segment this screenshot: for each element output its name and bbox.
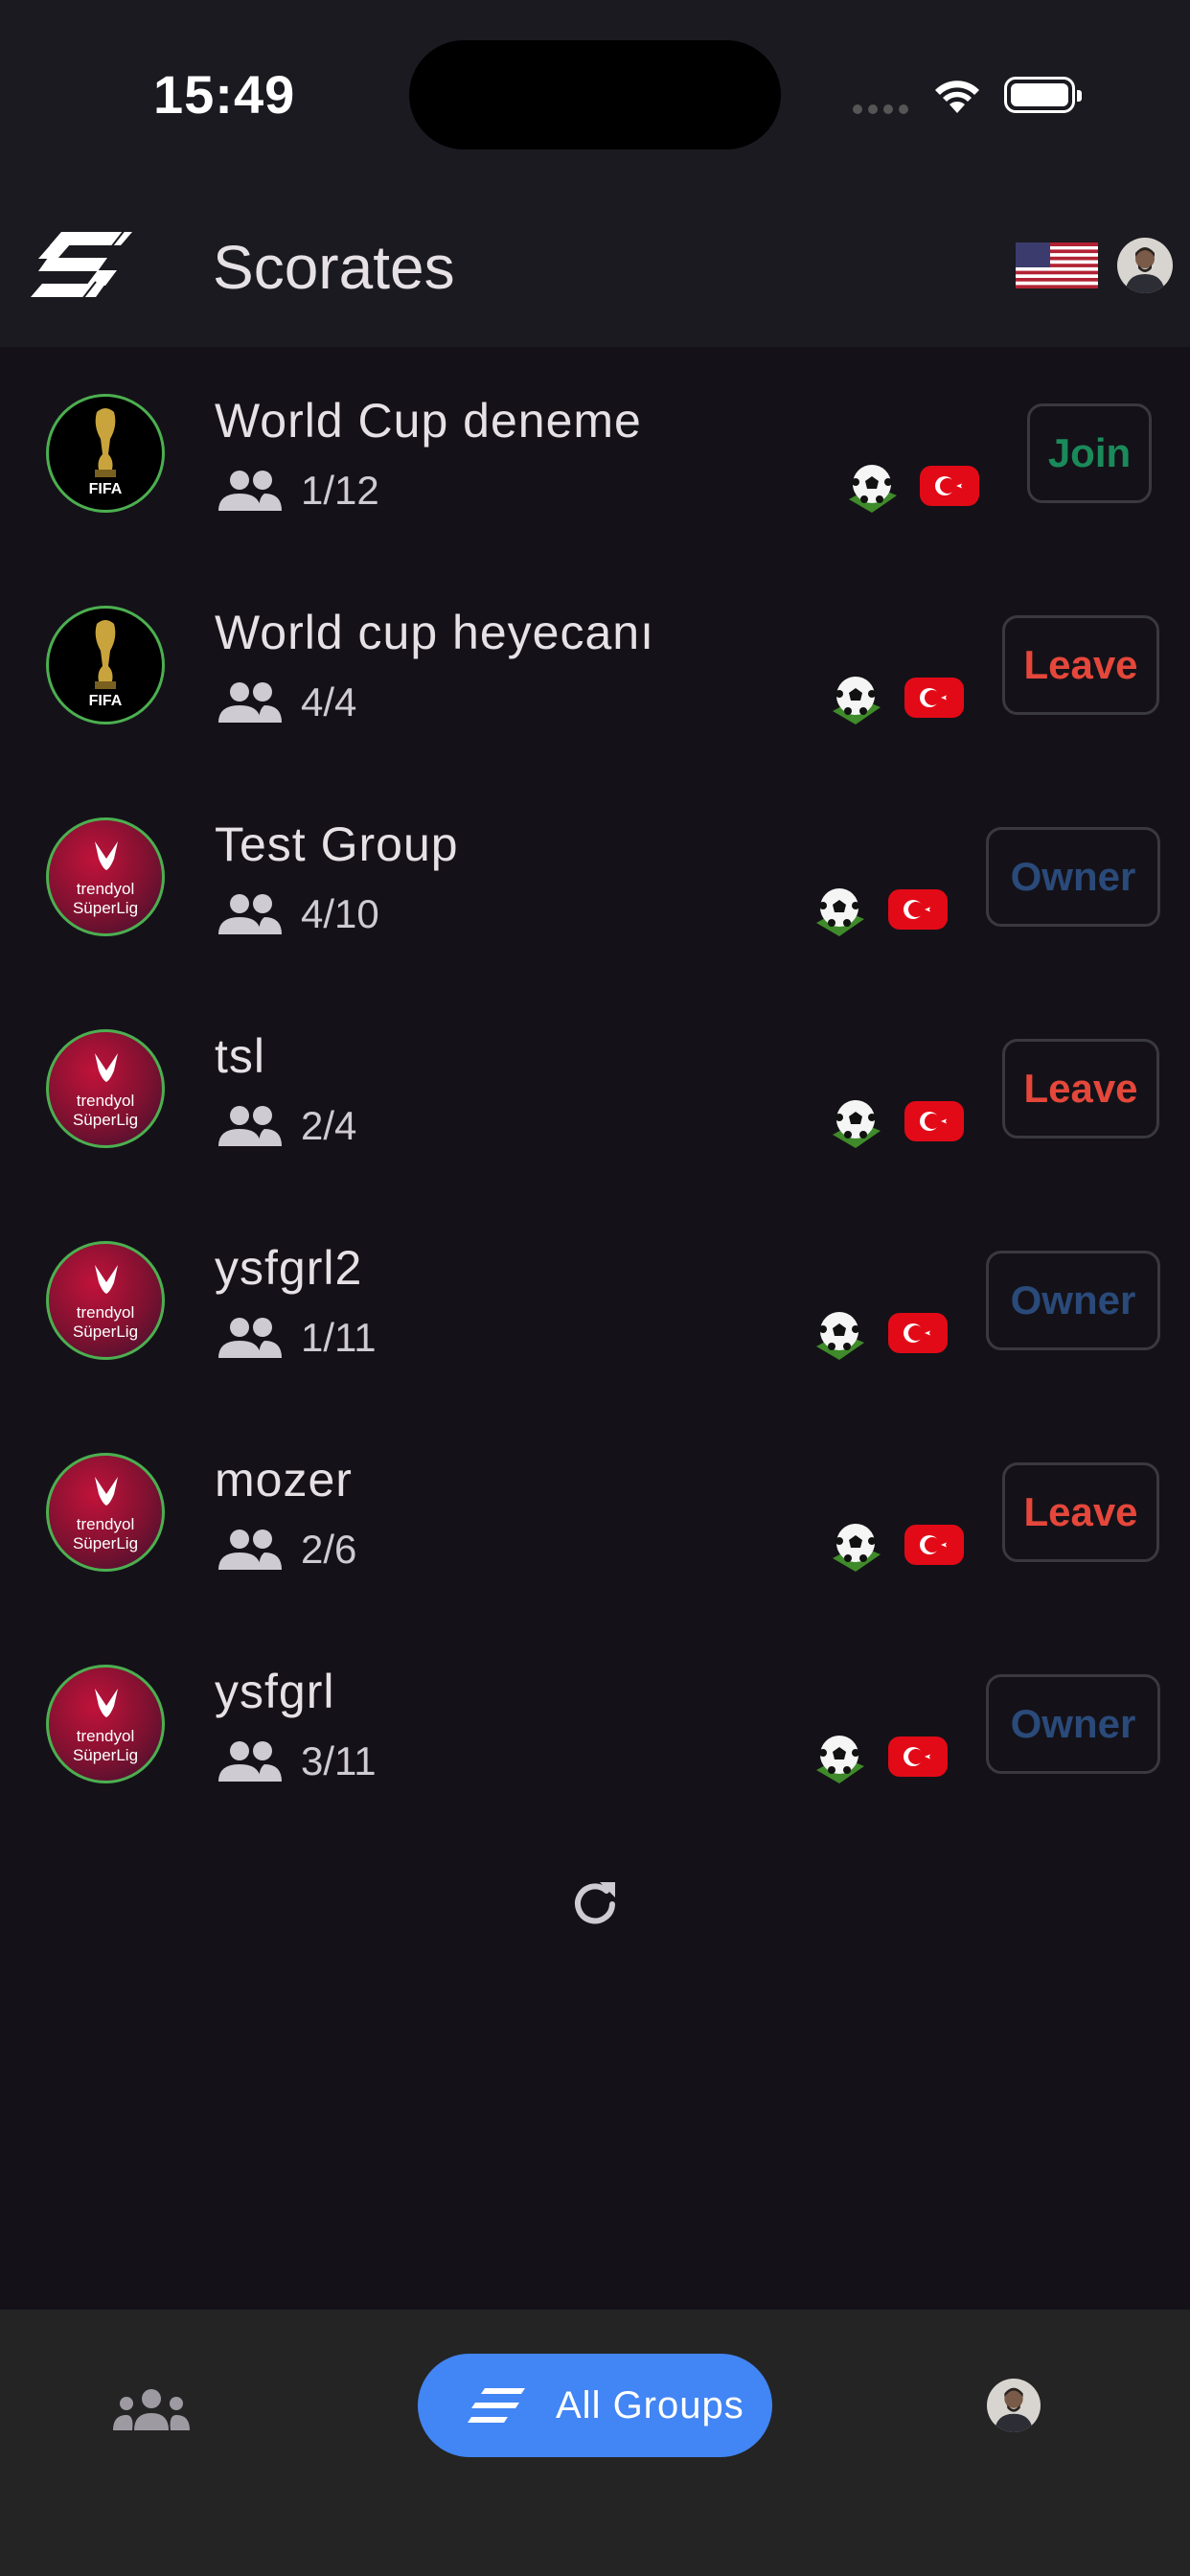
soccer-ball-icon: [833, 1524, 881, 1572]
soccer-ball-icon: [816, 1736, 864, 1783]
group-row[interactable]: trendyol SüperLig ysfgrl 3/11 Owner: [0, 1618, 1190, 1829]
turkey-flag-icon: [904, 1525, 964, 1565]
member-count: 4/10: [215, 887, 379, 941]
league-label: trendyol SüperLig: [72, 1303, 139, 1341]
league-label: FIFA: [88, 481, 123, 497]
member-count: 4/4: [215, 676, 356, 729]
profile-nav-avatar[interactable]: [987, 2379, 1041, 2432]
people-icon: [218, 1741, 282, 1782]
group-row[interactable]: FIFA World cup heyecanı 4/4 Leave: [0, 559, 1190, 770]
battery-icon: [1004, 77, 1082, 113]
member-count: 1/12: [215, 464, 379, 518]
league-label: trendyol SüperLig: [72, 1515, 139, 1552]
user-avatar[interactable]: [1117, 238, 1173, 293]
turkey-flag-icon: [888, 1313, 948, 1353]
people-icon: [218, 1530, 282, 1570]
groups-nav-icon[interactable]: [111, 2388, 192, 2432]
leave-button[interactable]: Leave: [1002, 615, 1159, 715]
people-icon: [218, 894, 282, 934]
all-groups-tab[interactable]: All Groups: [418, 2354, 772, 2457]
soccer-ball-icon: [816, 1312, 864, 1360]
fifa-league-icon: FIFA: [46, 606, 165, 724]
leave-button[interactable]: Leave: [1002, 1462, 1159, 1562]
superlig-league-icon: trendyol SüperLig: [46, 1665, 165, 1783]
turkey-flag-icon: [904, 1101, 964, 1141]
app-title: Scorates: [213, 233, 455, 302]
status-bar: 15:49: [0, 0, 1190, 192]
group-name: World cup heyecanı: [215, 606, 654, 659]
superlig-league-icon: trendyol SüperLig: [46, 1241, 165, 1360]
member-count: 2/6: [215, 1523, 356, 1576]
app-bar: Scorates: [0, 192, 1190, 347]
group-name: tsl: [215, 1029, 265, 1083]
turkey-flag-icon: [920, 466, 979, 506]
group-row[interactable]: trendyol SüperLig Test Group 4/10 Owner: [0, 770, 1190, 982]
superlig-league-icon: trendyol SüperLig: [46, 1029, 165, 1148]
group-name: World Cup deneme: [215, 394, 642, 448]
group-name: ysfgrl: [215, 1665, 335, 1718]
league-label: trendyol SüperLig: [72, 880, 139, 917]
join-button[interactable]: Join: [1027, 403, 1152, 503]
superlig-league-icon: trendyol SüperLig: [46, 817, 165, 936]
group-name: ysfgrl2: [215, 1241, 363, 1295]
group-row[interactable]: FIFA World Cup deneme 1/12 Join: [0, 347, 1190, 559]
league-label: FIFA: [88, 693, 123, 709]
member-count: 1/11: [215, 1311, 377, 1365]
refresh-icon[interactable]: [567, 1876, 623, 1932]
group-row[interactable]: trendyol SüperLig tsl 2/4 Leave: [0, 982, 1190, 1194]
wifi-icon: [935, 80, 979, 113]
turkey-flag-icon: [904, 678, 964, 718]
people-icon: [218, 471, 282, 511]
owner-button[interactable]: Owner: [986, 1674, 1160, 1774]
member-count: 2/4: [215, 1099, 356, 1153]
list-icon: [468, 2388, 525, 2423]
member-count: 3/11: [215, 1735, 377, 1788]
soccer-ball-icon: [816, 888, 864, 936]
people-icon: [218, 682, 282, 723]
soccer-ball-icon: [833, 1100, 881, 1148]
group-row[interactable]: trendyol SüperLig ysfgrl2 1/11 Owner: [0, 1194, 1190, 1406]
group-name: mozer: [215, 1453, 353, 1506]
league-label: trendyol SüperLig: [72, 1092, 139, 1129]
scorates-logo-icon: [31, 229, 132, 300]
us-flag-icon[interactable]: [1016, 242, 1098, 288]
fifa-league-icon: FIFA: [46, 394, 165, 513]
soccer-ball-icon: [849, 465, 897, 513]
people-icon: [218, 1318, 282, 1358]
turkey-flag-icon: [888, 889, 948, 930]
superlig-league-icon: trendyol SüperLig: [46, 1453, 165, 1572]
dynamic-island: [409, 40, 781, 150]
turkey-flag-icon: [888, 1736, 948, 1777]
leave-button[interactable]: Leave: [1002, 1039, 1159, 1138]
group-row[interactable]: trendyol SüperLig mozer 2/6 Leave: [0, 1406, 1190, 1618]
people-icon: [218, 1106, 282, 1146]
owner-button[interactable]: Owner: [986, 827, 1160, 927]
cellular-signal-icon: [853, 102, 914, 115]
all-groups-label: All Groups: [556, 2383, 744, 2426]
bottom-navigation: All Groups: [0, 2310, 1190, 2576]
owner-button[interactable]: Owner: [986, 1251, 1160, 1350]
status-time: 15:49: [153, 64, 296, 125]
league-label: trendyol SüperLig: [72, 1727, 139, 1764]
group-name: Test Group: [215, 817, 459, 871]
soccer-ball-icon: [833, 677, 881, 724]
